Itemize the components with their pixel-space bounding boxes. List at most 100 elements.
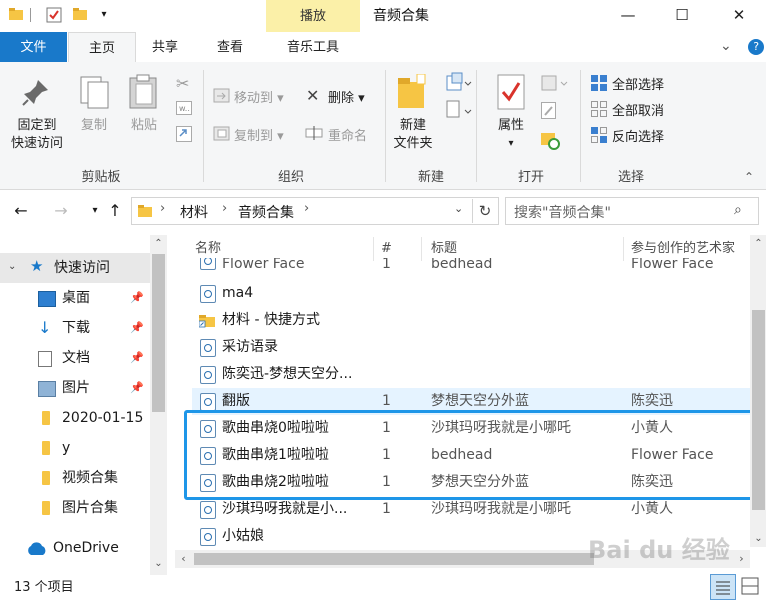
context-tab[interactable]: 播放: [266, 0, 360, 32]
nav-item-quick-access[interactable]: ⌄ ★ 快速访问: [0, 253, 150, 283]
details-view-icon[interactable]: [710, 574, 736, 600]
paste-button[interactable]: 粘贴: [124, 117, 164, 135]
select-all-button[interactable]: 全部选择: [612, 74, 664, 93]
file-title: bedhead: [431, 258, 493, 272]
watermark-logo: Bai du 经验 jingyan.baidu.com: [588, 530, 738, 560]
close-button[interactable]: ✕: [716, 0, 762, 32]
tab-music-tools[interactable]: 音乐工具: [272, 32, 354, 62]
nav-item-documents[interactable]: 文档 📌: [0, 343, 150, 373]
open-group-label: 打开: [517, 170, 544, 185]
tab-share[interactable]: 共享: [140, 32, 190, 62]
select-none-button[interactable]: 全部取消: [612, 100, 664, 119]
new-item-icon[interactable]: [446, 72, 472, 96]
table-row[interactable]: Flower Face 1 bedhead Flower Face: [192, 258, 750, 274]
customize-toolbar-icon[interactable]: ▾: [96, 7, 112, 23]
edit-icon[interactable]: [541, 102, 557, 124]
breadcrumb-separator-icon[interactable]: ›: [304, 201, 309, 216]
nav-item-video-collection[interactable]: 视频合集: [0, 463, 150, 493]
rename-button[interactable]: 重命名: [328, 125, 367, 144]
properties-icon: [497, 74, 525, 114]
pin-label-line1: 固定到: [17, 118, 57, 133]
file-name: Flower Face: [222, 258, 305, 272]
breadcrumb-separator-icon[interactable]: ›: [160, 201, 165, 216]
nav-scrollbar[interactable]: ⌃ ⌄: [150, 235, 167, 575]
nav-item-pictures[interactable]: 图片 📌: [0, 373, 150, 403]
scroll-up-icon[interactable]: ⌃: [150, 235, 167, 252]
scroll-down-icon[interactable]: ⌄: [150, 555, 167, 572]
scroll-left-icon[interactable]: ‹: [175, 550, 192, 568]
nav-item-folder-y[interactable]: y: [0, 433, 150, 463]
forward-arrow-icon[interactable]: →: [50, 200, 72, 222]
help-icon[interactable]: ?: [748, 39, 765, 55]
new-folder-large-icon: [397, 73, 427, 114]
organize-group-label: 组织: [277, 170, 304, 185]
pin-to-quick-access-button[interactable]: 固定到 快速访问: [4, 117, 70, 153]
search-icon[interactable]: ⌕: [734, 202, 742, 218]
history-icon[interactable]: [541, 130, 561, 154]
scrollbar-thumb[interactable]: [194, 553, 594, 565]
table-row[interactable]: ma4: [192, 280, 750, 307]
folder-icon[interactable]: [8, 7, 24, 23]
scrollbar-thumb[interactable]: [752, 310, 765, 510]
copy-button[interactable]: 复制: [74, 117, 114, 135]
pin-icon[interactable]: 📌: [130, 291, 144, 304]
pin-icon[interactable]: 📌: [130, 321, 144, 334]
paste-shortcut-icon[interactable]: [176, 124, 192, 146]
nav-item-label: 桌面: [62, 290, 90, 306]
open-icon[interactable]: [541, 74, 569, 98]
file-list-scrollbar[interactable]: ⌃ ⌄: [750, 235, 766, 547]
breadcrumb-item[interactable]: 音频合集: [238, 202, 294, 222]
delete-button[interactable]: 删除 ▾: [328, 87, 365, 106]
back-arrow-icon[interactable]: ←: [10, 200, 32, 222]
nav-item-onedrive[interactable]: OneDrive: [0, 533, 150, 563]
nav-item-desktop[interactable]: 桌面 📌: [0, 283, 150, 313]
expand-ribbon-icon[interactable]: ⌄: [720, 38, 732, 54]
maximize-button[interactable]: ☐: [659, 0, 705, 32]
breadcrumb-separator-icon[interactable]: ›: [222, 201, 227, 216]
copy-to-button[interactable]: 复制到 ▾: [234, 125, 284, 144]
chevron-down-icon[interactable]: ⌄: [8, 261, 16, 272]
recent-locations-icon[interactable]: ▾: [84, 200, 106, 222]
new-group-label: 新建: [417, 170, 444, 185]
easy-access-icon[interactable]: [446, 100, 472, 124]
move-to-icon: [213, 86, 231, 108]
up-arrow-icon[interactable]: ↑: [104, 200, 126, 222]
breadcrumb-item[interactable]: 材料: [180, 202, 208, 222]
nav-item-folder-2020-01-15[interactable]: 2020-01-15: [0, 403, 150, 433]
search-box[interactable]: 搜索"音频合集" ⌕: [505, 197, 759, 225]
address-dropdown-icon[interactable]: ⌄: [454, 202, 463, 215]
nav-item-label: 视频合集: [62, 470, 118, 486]
table-row[interactable]: 陈奕迅-梦想天空分...: [192, 361, 750, 388]
pin-icon[interactable]: 📌: [130, 381, 144, 394]
nav-item-downloads[interactable]: ↓ 下载 📌: [0, 313, 150, 343]
table-row[interactable]: 采访语录: [192, 334, 750, 361]
scrollbar-thumb[interactable]: [152, 254, 165, 412]
nav-item-picture-collection[interactable]: 图片合集: [0, 493, 150, 523]
move-to-button[interactable]: 移动到 ▾: [234, 87, 284, 106]
pin-label-line2: 快速访问: [10, 136, 63, 151]
table-row[interactable]: 材料 - 快捷方式: [192, 307, 750, 334]
copy-path-icon[interactable]: w..: [176, 100, 192, 119]
table-row[interactable]: 沙琪玛呀我就是小... 1 沙琪玛呀我就是小哪吒 小黄人: [192, 496, 750, 523]
properties-check-icon[interactable]: [46, 7, 62, 23]
scroll-down-icon[interactable]: ⌄: [750, 530, 766, 547]
nav-item-label: 文档: [62, 350, 90, 366]
pin-icon[interactable]: 📌: [130, 351, 144, 364]
tab-file[interactable]: 文件: [0, 32, 67, 62]
cut-icon[interactable]: ✂: [176, 74, 189, 93]
refresh-icon[interactable]: ↻: [472, 199, 497, 223]
file-name: 采访语录: [222, 339, 278, 355]
minimize-button[interactable]: —: [605, 0, 651, 32]
invert-selection-button[interactable]: 反向选择: [612, 126, 664, 145]
tab-home[interactable]: 主页: [68, 32, 136, 64]
new-folder-icon[interactable]: [72, 7, 88, 23]
properties-button[interactable]: 属性 ▾: [488, 117, 534, 153]
address-bar[interactable]: › 材料 › 音频合集 › ⌄ ↻: [131, 197, 499, 225]
large-icons-view-icon[interactable]: [739, 575, 761, 597]
new-folder-button[interactable]: 新建 文件夹: [388, 117, 438, 153]
file-name: 小姑娘: [222, 528, 264, 544]
tab-view[interactable]: 查看: [205, 32, 255, 62]
collapse-ribbon-icon[interactable]: ⌃: [744, 170, 754, 184]
copy-icon: [80, 76, 110, 114]
scroll-up-icon[interactable]: ⌃: [750, 235, 766, 252]
